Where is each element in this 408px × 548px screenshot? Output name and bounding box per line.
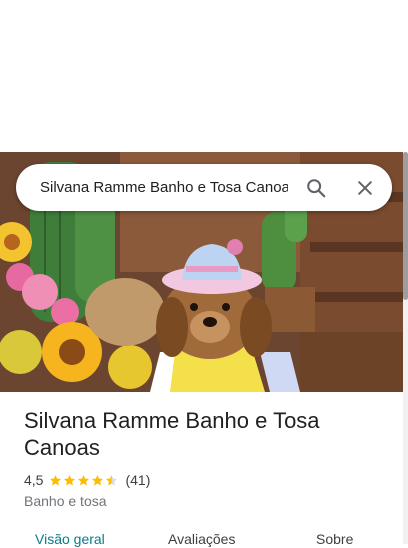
- rating-stars: [49, 474, 119, 487]
- tab-about[interactable]: Sobre: [316, 530, 353, 548]
- star-icon: [64, 474, 76, 485]
- tab-reviews[interactable]: Avaliações: [168, 530, 235, 548]
- scrollbar-thumb[interactable]: [403, 152, 408, 300]
- half-star-icon: [106, 474, 118, 485]
- tab-overview[interactable]: Visão geral: [35, 530, 105, 548]
- search-input[interactable]: [40, 164, 288, 211]
- clear-search-button[interactable]: [351, 174, 379, 202]
- rating-row[interactable]: 4,5 (41): [24, 472, 150, 488]
- place-category[interactable]: Banho e tosa: [24, 493, 107, 509]
- star-icon: [50, 474, 62, 485]
- blank-map-area: [0, 0, 408, 152]
- place-title: Silvana Ramme Banho e Tosa Canoas: [24, 408, 320, 460]
- rating-value: 4,5: [24, 472, 44, 488]
- star-icon: [92, 474, 104, 485]
- place-tabs: Visão geral Avaliações Sobre: [0, 530, 408, 547]
- star-icon: [78, 474, 90, 485]
- close-icon: [358, 181, 372, 195]
- search-button[interactable]: [302, 174, 330, 202]
- review-count[interactable]: (41): [125, 472, 150, 488]
- search-box: [16, 164, 392, 211]
- search-icon: [307, 179, 326, 198]
